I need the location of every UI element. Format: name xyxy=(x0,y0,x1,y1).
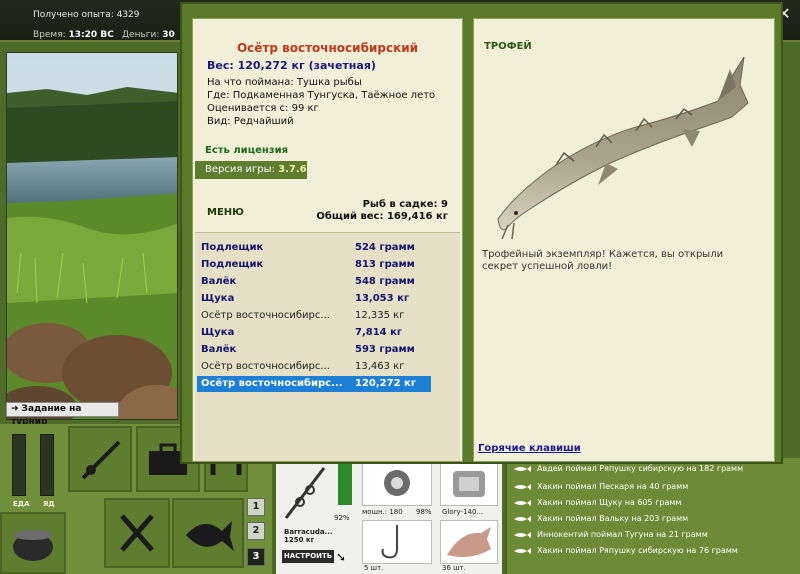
reel-slot[interactable] xyxy=(362,462,432,506)
catch-row[interactable]: Осётр восточносибирс... 13,463 кг xyxy=(197,359,431,375)
menu-button[interactable]: МЕНЮ xyxy=(207,207,244,218)
sturgeon-image xyxy=(497,56,749,240)
license-status: Есть лицензия xyxy=(205,145,289,156)
fish-title: Осётр восточносибирский xyxy=(236,41,419,55)
catch-location: Где: Подкаменная Тунгуска, Таёжное лето xyxy=(207,90,436,101)
catch-row[interactable]: Подлещик 524 грамм xyxy=(197,240,431,256)
food-label: ЕДА xyxy=(13,500,30,508)
fish-icon xyxy=(514,532,531,538)
page-button-1[interactable]: 1 xyxy=(247,498,265,516)
tournament-task-button[interactable]: ➜ Задание на турнир xyxy=(6,402,119,427)
fish-icon xyxy=(514,466,531,472)
rod-durability: 92% xyxy=(334,514,350,522)
experience-label: Получено опыта: 4329 xyxy=(33,10,140,20)
bait-count: 36 шт. xyxy=(442,564,466,572)
catch-row[interactable]: Осётр восточносибирс... 12,335 кг xyxy=(197,308,431,324)
line-spool-icon xyxy=(453,471,485,497)
catch-row[interactable]: Валёк 548 грамм xyxy=(197,274,431,290)
food-slot[interactable] xyxy=(104,498,170,568)
rod-reel-icon xyxy=(284,467,326,519)
feed-item: Хакин поймал Пескаря на 40 грамм xyxy=(513,482,688,491)
feed-item: Хакин поймал Щуку на 605 грамм xyxy=(513,498,681,507)
bait-fish-icon xyxy=(447,527,491,557)
rod-name: Barracuda... xyxy=(284,528,333,536)
rod-slot[interactable] xyxy=(68,426,132,492)
hooks-count: 5 шт. xyxy=(364,564,384,572)
catch-row[interactable]: Щука 13,053 кг xyxy=(197,291,431,307)
fish-info-panel: Осётр восточносибирский Вес: 120,272 кг … xyxy=(192,18,463,462)
cauldron-icon xyxy=(13,530,53,561)
fish-icon xyxy=(514,500,531,506)
keepnet-total-weight: Общий вес: 169,416 кг xyxy=(316,211,448,222)
poison-label: ЯД xyxy=(43,500,55,508)
gear-panel: Barracuda... 1250 кг 92% НАСТРОИТЬ ➘ мош… xyxy=(274,458,502,574)
page-button-3[interactable]: 3 xyxy=(247,548,265,566)
game-version: Версия игры: 3.7.6 xyxy=(195,161,307,179)
catch-list: Подлещик 524 грамм Подлещик 813 грамм Валё… xyxy=(195,232,460,461)
money: Деньги: 30 xyxy=(122,30,175,40)
feed-item: Хакин поймал Вальку на 203 грамм xyxy=(513,514,688,523)
cauldron-slot[interactable] xyxy=(0,512,66,574)
keepnet-summary: Рыб в садке: 9 Общий вес: 169,416 кг xyxy=(316,199,448,223)
feed-item: Авдей поймал Ряпушку сибирскую на 182 гр… xyxy=(513,464,743,473)
catch-row[interactable]: Валёк 593 грамм xyxy=(197,342,431,358)
catch-row[interactable]: Подлещик 813 грамм xyxy=(197,257,431,273)
line-tension-bar xyxy=(338,460,352,505)
trophy-panel: ТРОФЕЙ Трофейный экземпляр! Кажется, вы … xyxy=(473,18,775,462)
expand-arrow-icon[interactable]: ➘ xyxy=(336,550,346,564)
arrow-right-icon: ➜ xyxy=(11,404,19,414)
hook-icon xyxy=(381,525,398,559)
fish-icon xyxy=(514,548,531,554)
line-slot[interactable] xyxy=(440,462,498,506)
setup-button[interactable]: НАСТРОИТЬ xyxy=(282,550,334,563)
caught-on: На что поймана: Тушка рыбы xyxy=(207,77,362,88)
game-time: Время: 13:20 ВС xyxy=(33,30,114,40)
fork-knife-icon xyxy=(120,514,154,552)
fish-weight: Вес: 120,272 кг (зачетная) xyxy=(207,59,376,72)
location-view xyxy=(6,52,178,420)
reel-line: мошн.: 180 xyxy=(362,508,403,516)
fish-icon xyxy=(514,484,531,490)
hook-slot[interactable] xyxy=(362,520,432,564)
page-button-2[interactable]: 2 xyxy=(247,522,265,540)
catch-feed: Авдей поймал Ряпушку сибирскую на 182 гр… xyxy=(505,458,800,574)
keepnet-count: Рыб в садке: 9 xyxy=(362,199,448,210)
fishing-rod-icon xyxy=(81,440,121,480)
fish-slot[interactable] xyxy=(172,498,244,568)
catch-details-dialog: Осётр восточносибирский Вес: 120,272 кг … xyxy=(180,2,783,464)
bait-slot[interactable] xyxy=(440,520,498,564)
rarity: Вид: Редчайший xyxy=(207,116,294,127)
trophy-message: Трофейный экземпляр! Кажется, вы открыли… xyxy=(482,249,724,272)
feed-item: Иннокентий поймал Тугуна на 21 грамм xyxy=(513,530,708,539)
reel-icon xyxy=(384,470,410,496)
poison-meter xyxy=(40,434,54,496)
fish-icon xyxy=(186,521,234,551)
food-meter xyxy=(12,434,26,496)
valued-from: Оценивается с: 99 кг xyxy=(207,103,319,114)
catch-row-selected[interactable]: Осётр восточносибирс... 120,272 кг xyxy=(197,376,431,392)
feed-item: Хакин поймал Ряпушку сибирскую на 76 гра… xyxy=(513,546,738,555)
fish-icon xyxy=(514,516,531,522)
catch-row[interactable]: Щука 7,814 кг xyxy=(197,325,431,341)
line-name: Glory-140... xyxy=(442,508,484,516)
rod-capacity: 1250 кг xyxy=(284,536,315,544)
reel-percent: 98% xyxy=(416,508,432,516)
landscape-image xyxy=(7,53,177,419)
hotkeys-link[interactable]: Горячие клавиши xyxy=(478,443,581,454)
